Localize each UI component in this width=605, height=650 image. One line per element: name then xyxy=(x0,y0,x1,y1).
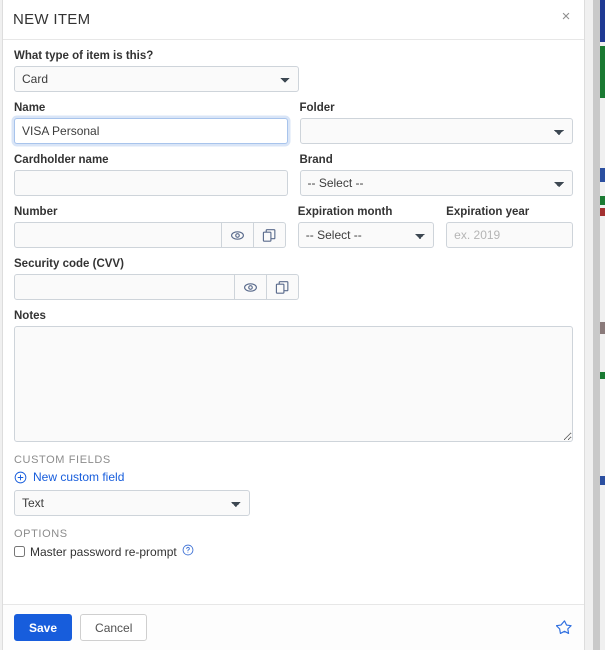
folder-select[interactable] xyxy=(299,118,573,144)
modal-body: What type of item is this? Card Name Fol… xyxy=(3,40,584,604)
cancel-button[interactable]: Cancel xyxy=(80,614,148,641)
folder-label: Folder xyxy=(299,102,335,114)
brand-group: Brand -- Select -- xyxy=(299,153,573,196)
name-folder-row: Name Folder xyxy=(14,101,573,153)
save-button[interactable]: Save xyxy=(14,614,73,641)
master-password-reprompt-row: Master password re-prompt xyxy=(14,544,573,559)
copy-icon[interactable] xyxy=(267,274,299,300)
item-type-select[interactable]: Card xyxy=(14,66,299,92)
eye-icon[interactable] xyxy=(235,274,267,300)
background-fragment xyxy=(600,46,605,98)
new-item-modal: NEW ITEM × What type of item is this? Ca… xyxy=(2,0,585,650)
number-input[interactable] xyxy=(14,222,222,248)
options-section-label: OPTIONS xyxy=(14,528,68,540)
number-label: Number xyxy=(14,206,58,218)
master-password-reprompt-label: Master password re-prompt xyxy=(30,544,177,559)
custom-field-type-select[interactable]: Text xyxy=(14,490,250,516)
number-group: Number xyxy=(14,205,286,248)
eye-icon[interactable] xyxy=(221,222,254,248)
background-fragment xyxy=(600,168,605,182)
brand-select[interactable]: -- Select -- xyxy=(299,170,573,196)
folder-group: Folder xyxy=(299,101,573,144)
expiration-year-group: Expiration year xyxy=(446,205,574,248)
item-type-label: What type of item is this? xyxy=(14,50,154,62)
security-code-input[interactable] xyxy=(14,274,235,300)
new-custom-field-link[interactable]: New custom field xyxy=(14,470,124,484)
cardholder-name-group: Cardholder name xyxy=(14,153,288,196)
item-type-group: What type of item is this? Card xyxy=(14,49,573,92)
question-circle-icon[interactable] xyxy=(182,544,194,559)
expiration-month-select[interactable]: -- Select -- xyxy=(297,222,435,248)
new-custom-field-label: New custom field xyxy=(33,470,125,484)
star-outline-icon[interactable] xyxy=(556,619,573,636)
background-fragment xyxy=(600,0,605,42)
security-code-group: Security code (CVV) xyxy=(14,257,299,300)
expiration-year-label: Expiration year xyxy=(446,206,530,218)
name-label: Name xyxy=(14,102,46,114)
expiration-year-input[interactable] xyxy=(446,222,574,248)
custom-field-type-group: Text xyxy=(14,490,573,516)
custom-fields-section-label: CUSTOM FIELDS xyxy=(14,454,111,466)
copy-icon[interactable] xyxy=(253,222,286,248)
security-code-input-group xyxy=(14,274,299,300)
cardholder-name-input[interactable] xyxy=(14,170,288,196)
brand-label: Brand xyxy=(299,154,333,166)
modal-footer: Save Cancel xyxy=(3,604,584,650)
expiration-month-group: Expiration month -- Select -- xyxy=(297,205,435,248)
name-group: Name xyxy=(14,101,288,144)
notes-label: Notes xyxy=(14,310,46,322)
background-scrollbar[interactable] xyxy=(593,0,600,650)
background-fragment xyxy=(600,322,605,334)
modal-title: NEW ITEM xyxy=(13,11,91,28)
security-code-label: Security code (CVV) xyxy=(14,258,124,270)
background-fragment xyxy=(600,372,605,379)
number-input-group xyxy=(14,222,286,248)
modal-header: NEW ITEM × xyxy=(3,0,584,40)
notes-group: Notes xyxy=(14,309,573,442)
close-icon[interactable]: × xyxy=(557,8,575,26)
number-expiration-row: Number Expiration month -- Select -- Exp… xyxy=(14,205,574,257)
background-fragment xyxy=(600,196,605,205)
expiration-month-label: Expiration month xyxy=(297,206,393,218)
cardholder-name-label: Cardholder name xyxy=(14,154,109,166)
background-fragment xyxy=(600,208,605,216)
cardholder-brand-row: Cardholder name Brand -- Select -- xyxy=(14,153,573,205)
master-password-reprompt-checkbox[interactable] xyxy=(14,546,25,557)
name-input[interactable] xyxy=(14,118,288,144)
notes-textarea[interactable] xyxy=(14,326,573,442)
background-fragment xyxy=(600,476,605,485)
plus-circle-icon xyxy=(14,471,27,484)
